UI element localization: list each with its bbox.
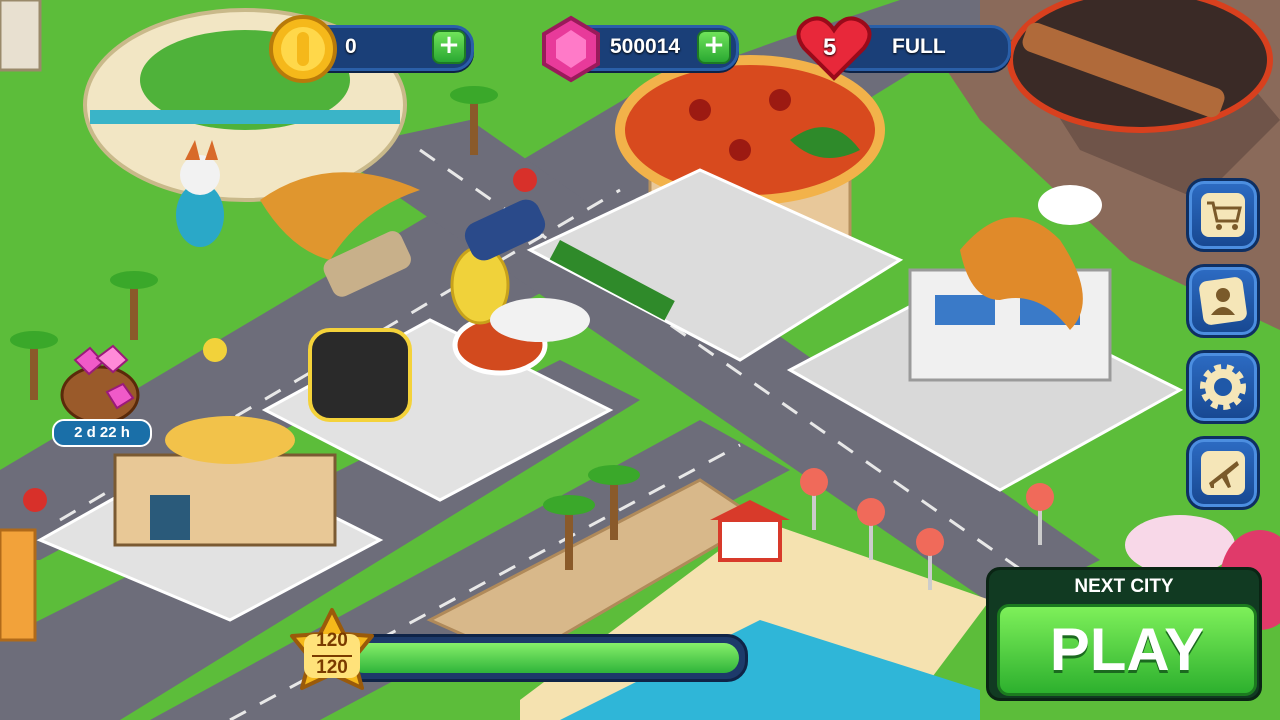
- pepperoni: [729, 139, 751, 161]
- airplane-icon: [1201, 451, 1245, 495]
- shopping-cart-icon: [1201, 193, 1245, 237]
- level-max: 120: [316, 657, 348, 678]
- pasta-building: [113, 453, 337, 547]
- lives-count: 5: [823, 34, 837, 61]
- buy-coins-button[interactable]: +: [432, 30, 466, 64]
- gem-icon: [542, 15, 600, 83]
- coin-icon: [269, 15, 337, 83]
- scooter-rider: [513, 168, 537, 192]
- scooter-rider: [203, 338, 227, 362]
- pepperoni: [769, 89, 791, 111]
- gem-count: 500014: [610, 35, 681, 58]
- next-city-label: NEXT CITY: [1074, 576, 1174, 597]
- gem-pot-timer: 2 d 22 h: [52, 419, 152, 447]
- chef-hat: [1038, 185, 1102, 225]
- level-badge-icon: [290, 608, 374, 690]
- salmon-plate: [490, 298, 590, 342]
- play-button[interactable]: PLAY: [997, 604, 1257, 696]
- building-left: [0, 528, 37, 642]
- play-button-label: PLAY: [1049, 616, 1205, 683]
- shop-button[interactable]: [1186, 178, 1260, 252]
- xp-progress-bar: [340, 634, 748, 682]
- level-current: 120: [316, 630, 348, 651]
- seafood-window: [935, 295, 995, 325]
- next-city-panel: NEXT CITY PLAY: [986, 567, 1262, 701]
- stadium-stripe: [90, 110, 400, 124]
- gear-icon: [1200, 364, 1246, 410]
- pasta-bowl: [165, 416, 295, 464]
- settings-button[interactable]: [1186, 350, 1260, 424]
- xp-progress-fill: [349, 643, 739, 673]
- travel-button[interactable]: [1186, 436, 1260, 510]
- lifeguard-tower: [718, 518, 782, 562]
- lives-status: FULL: [892, 35, 946, 58]
- scooter-rider: [23, 488, 47, 512]
- pepperoni: [689, 99, 711, 121]
- pasta-door: [150, 495, 190, 540]
- gem-pot-icon[interactable]: [55, 340, 145, 425]
- buy-gems-button[interactable]: +: [697, 30, 731, 64]
- profile-button[interactable]: [1186, 264, 1260, 338]
- coin-count: 0: [345, 35, 357, 58]
- building-topleft: [0, 0, 42, 72]
- profile-card-icon: [1199, 277, 1247, 325]
- greenhouse: [308, 328, 412, 422]
- cupcake: [1125, 515, 1235, 575]
